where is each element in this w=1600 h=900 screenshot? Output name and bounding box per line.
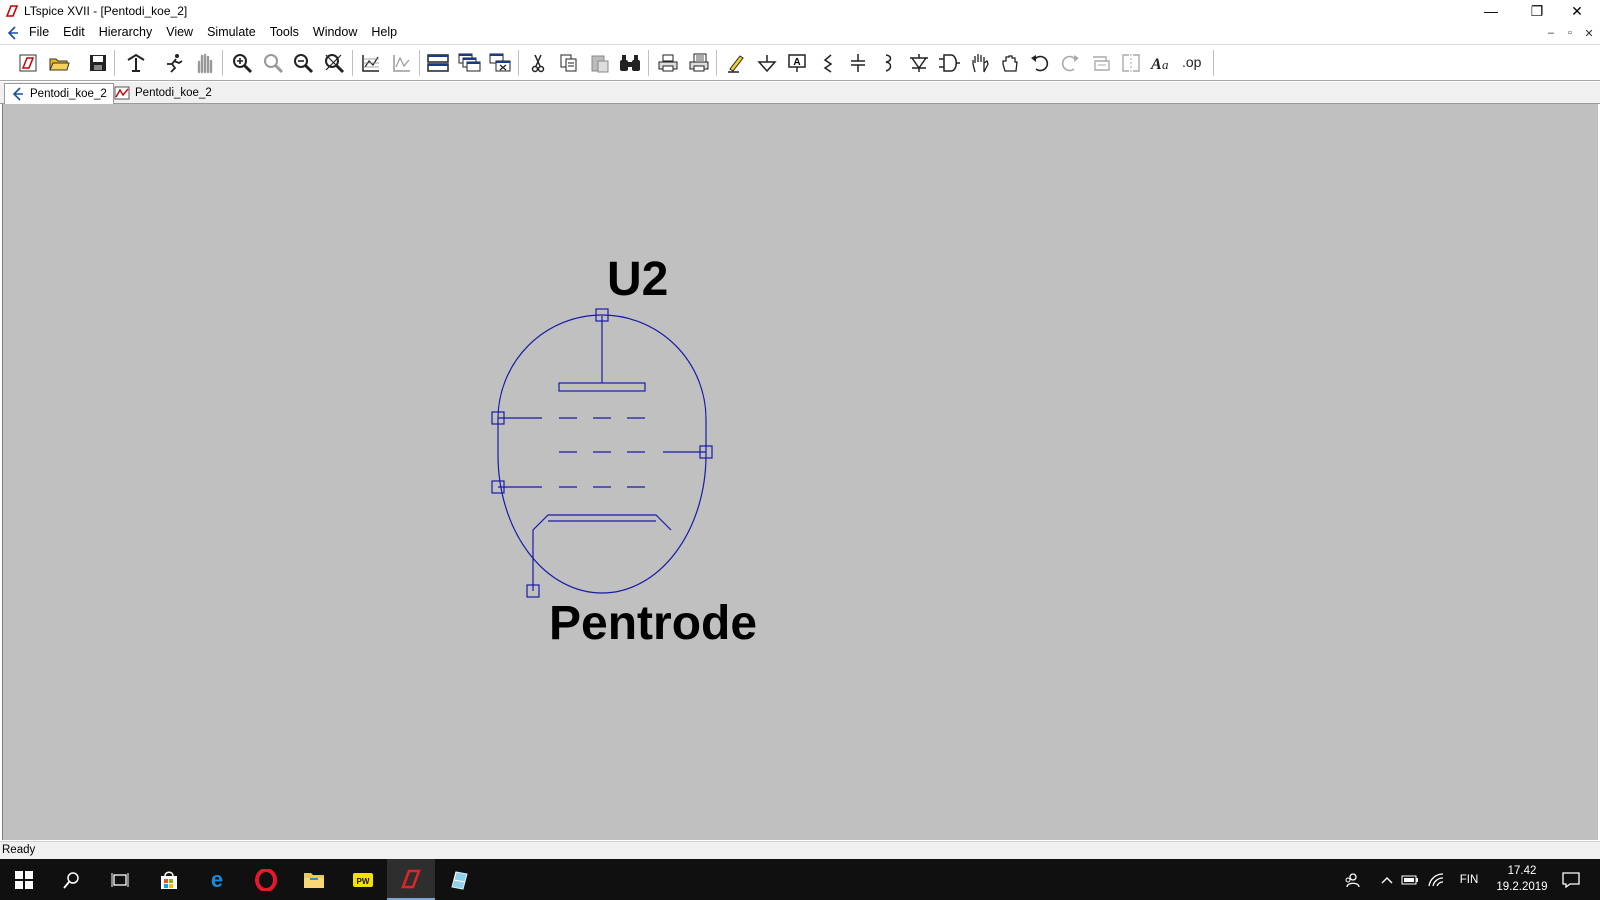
find-icon[interactable] bbox=[616, 49, 644, 77]
save-icon[interactable] bbox=[84, 49, 112, 77]
text-icon[interactable]: Aa bbox=[1148, 49, 1176, 77]
pan-icon[interactable] bbox=[259, 49, 287, 77]
close-button[interactable]: ✕ bbox=[1554, 0, 1600, 22]
spice-directive-icon[interactable]: .op bbox=[1179, 49, 1207, 77]
svg-text:A: A bbox=[1150, 56, 1162, 73]
resistor-icon[interactable] bbox=[814, 49, 842, 77]
menu-help[interactable]: Help bbox=[364, 22, 404, 43]
copy-icon[interactable] bbox=[555, 49, 583, 77]
open-folder-icon[interactable] bbox=[45, 49, 73, 77]
rotate-icon[interactable] bbox=[1087, 49, 1115, 77]
opera-icon[interactable] bbox=[242, 859, 290, 900]
diode-icon[interactable] bbox=[905, 49, 933, 77]
doc-restore-button[interactable]: ▫ bbox=[1561, 24, 1579, 42]
ltspice-logo-icon bbox=[2, 1, 22, 21]
document-tabs: Pentodi_koe_2 Pentodi_koe_2 bbox=[0, 82, 1600, 104]
wifi-icon[interactable] bbox=[1424, 859, 1448, 900]
clock-date: 19.2.2019 bbox=[1496, 881, 1548, 893]
label-net-icon[interactable]: A bbox=[783, 49, 811, 77]
svg-text:a: a bbox=[1162, 57, 1169, 72]
zoom-in-icon[interactable] bbox=[228, 49, 256, 77]
language-indicator[interactable]: FIN bbox=[1452, 859, 1486, 900]
redo-icon[interactable] bbox=[1056, 49, 1084, 77]
people-icon[interactable] bbox=[1338, 859, 1366, 900]
ltspice-icon[interactable] bbox=[387, 859, 435, 900]
drag-icon[interactable] bbox=[996, 49, 1024, 77]
menu-bar: File Edit Hierarchy View Simulate Tools … bbox=[0, 22, 1600, 43]
close-windows-icon[interactable] bbox=[486, 49, 514, 77]
waveform-icon[interactable] bbox=[388, 49, 416, 77]
move-icon[interactable] bbox=[966, 49, 994, 77]
draw-wire-icon[interactable] bbox=[722, 49, 750, 77]
taskbar: e PW FIN 17.42 19.2.2019 bbox=[0, 859, 1600, 900]
svg-text:.op: .op bbox=[1182, 54, 1202, 70]
chevron-up-icon[interactable] bbox=[1376, 859, 1398, 900]
autoscale-icon[interactable] bbox=[357, 49, 385, 77]
schematic-tab-icon bbox=[9, 86, 25, 102]
paste-icon[interactable] bbox=[586, 49, 614, 77]
cascade-icon[interactable] bbox=[455, 49, 483, 77]
clock[interactable]: 17.42 19.2.2019 bbox=[1490, 863, 1554, 895]
cut-icon[interactable] bbox=[524, 49, 552, 77]
store-icon[interactable] bbox=[145, 859, 193, 900]
menu-edit[interactable]: Edit bbox=[56, 22, 92, 43]
tab-waveform[interactable]: Pentodi_koe_2 bbox=[110, 83, 218, 103]
task-view-icon[interactable] bbox=[96, 859, 144, 900]
schematic-canvas[interactable]: U2 Pentrode bbox=[2, 104, 1598, 840]
print-icon[interactable] bbox=[654, 49, 682, 77]
capacitor-icon[interactable] bbox=[844, 49, 872, 77]
tile-horizontal-icon[interactable] bbox=[424, 49, 452, 77]
title-bar: LTspice XVII - [Pentodi_koe_2] bbox=[0, 0, 1600, 22]
pentode-symbol[interactable] bbox=[3, 104, 1599, 840]
app-blue-icon[interactable] bbox=[435, 859, 483, 900]
tab-label: Pentodi_koe_2 bbox=[30, 88, 107, 100]
svg-text:PW: PW bbox=[357, 877, 370, 886]
new-schematic-icon[interactable] bbox=[14, 49, 42, 77]
battery-icon[interactable] bbox=[1398, 859, 1422, 900]
zoom-out-icon[interactable] bbox=[289, 49, 317, 77]
menu-simulate[interactable]: Simulate bbox=[200, 22, 263, 43]
print-preview-icon[interactable] bbox=[685, 49, 713, 77]
clock-time: 17.42 bbox=[1507, 865, 1537, 877]
waveform-tab-icon bbox=[114, 85, 130, 101]
doc-minimize-button[interactable]: – bbox=[1542, 24, 1560, 42]
windows-start-icon[interactable] bbox=[0, 859, 48, 900]
document-system-icon[interactable] bbox=[2, 23, 22, 43]
status-text: Ready bbox=[2, 844, 36, 856]
control-panel-icon[interactable] bbox=[122, 49, 150, 77]
search-icon[interactable] bbox=[48, 859, 96, 900]
undo-icon[interactable] bbox=[1026, 49, 1054, 77]
menu-view[interactable]: View bbox=[159, 22, 200, 43]
ground-icon[interactable] bbox=[753, 49, 781, 77]
notifications-icon[interactable] bbox=[1554, 859, 1588, 900]
menu-window[interactable]: Window bbox=[306, 22, 364, 43]
menu-file[interactable]: File bbox=[22, 22, 56, 43]
component-icon[interactable] bbox=[935, 49, 963, 77]
toolbar: A Aa .op bbox=[0, 44, 1600, 81]
app-yellow-icon[interactable]: PW bbox=[339, 859, 387, 900]
halt-icon[interactable] bbox=[190, 49, 218, 77]
menu-hierarchy[interactable]: Hierarchy bbox=[92, 22, 160, 43]
menu-tools[interactable]: Tools bbox=[263, 22, 306, 43]
component-value-label[interactable]: Pentrode bbox=[549, 596, 757, 651]
minimize-button[interactable]: — bbox=[1468, 0, 1514, 22]
svg-text:e: e bbox=[211, 869, 223, 891]
zoom-fit-icon[interactable] bbox=[320, 49, 348, 77]
edge-icon[interactable]: e bbox=[193, 859, 241, 900]
instance-name-label[interactable]: U2 bbox=[607, 252, 668, 307]
window-title: LTspice XVII - [Pentodi_koe_2] bbox=[24, 4, 188, 18]
status-bar: Ready bbox=[0, 841, 1600, 859]
inductor-icon[interactable] bbox=[874, 49, 902, 77]
tab-schematic[interactable]: Pentodi_koe_2 bbox=[4, 83, 114, 104]
mirror-icon[interactable] bbox=[1117, 49, 1145, 77]
tab-label: Pentodi_koe_2 bbox=[135, 87, 212, 99]
doc-close-button[interactable]: ✕ bbox=[1580, 24, 1598, 42]
run-icon[interactable] bbox=[160, 49, 188, 77]
svg-text:A: A bbox=[793, 57, 800, 68]
file-explorer-icon[interactable] bbox=[290, 859, 338, 900]
